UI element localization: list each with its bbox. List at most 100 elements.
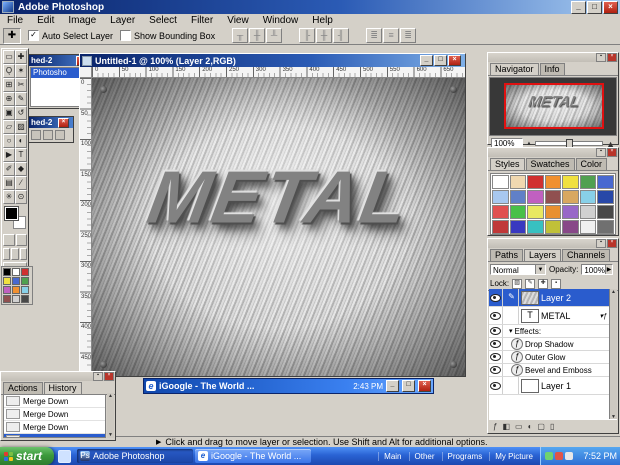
tool-icon[interactable] xyxy=(55,130,65,140)
style-swatch[interactable] xyxy=(562,205,579,219)
mini-swatch[interactable] xyxy=(3,286,11,294)
visibility-eye-icon[interactable] xyxy=(489,289,503,306)
opacity-field[interactable]: 100% ▶ xyxy=(581,264,613,275)
lock-transparency-icon[interactable]: ▨ xyxy=(512,279,522,289)
notes-tool-icon[interactable]: ▤ xyxy=(3,176,15,190)
history-tab-history[interactable]: History xyxy=(44,382,82,394)
navigator-view-box[interactable] xyxy=(504,83,604,129)
app-titlebar[interactable]: Adobe Photoshop _ □ × xyxy=(0,0,620,14)
taskbar-task-adobe-photoshop[interactable]: PsAdobe Photoshop xyxy=(77,449,193,463)
healing-brush-tool-icon[interactable]: ⊕ xyxy=(3,92,15,106)
distribute-top-button[interactable]: ≣ xyxy=(366,28,382,43)
style-swatch[interactable] xyxy=(597,175,614,189)
zoom-tool-icon[interactable]: ⊙ xyxy=(15,190,27,204)
style-swatch[interactable] xyxy=(580,190,597,204)
style-swatch[interactable] xyxy=(597,220,614,234)
mini-swatch[interactable] xyxy=(12,277,20,285)
lasso-tool-icon[interactable]: Ǫ xyxy=(3,64,15,78)
style-swatch[interactable] xyxy=(545,205,562,219)
mini-swatch[interactable] xyxy=(12,286,20,294)
doc-close-button[interactable]: × xyxy=(448,55,461,66)
standard-screen-button[interactable] xyxy=(3,248,10,260)
style-swatch[interactable] xyxy=(510,205,527,219)
brush-tool-icon[interactable]: ✎ xyxy=(15,92,27,106)
layer-row-metal[interactable]: TMETAL▾ƒ xyxy=(489,307,609,325)
scroll-down-icon[interactable]: ▼ xyxy=(107,432,114,438)
layer-set-button[interactable]: ▭ xyxy=(515,422,523,431)
mini-swatch[interactable] xyxy=(3,268,11,276)
style-swatch[interactable] xyxy=(527,220,544,234)
mini-swatch[interactable] xyxy=(21,277,29,285)
menu-view[interactable]: View xyxy=(220,15,256,26)
lock-all-icon[interactable]: ▪ xyxy=(551,279,561,289)
align-left-button[interactable]: ╟ xyxy=(299,28,315,43)
style-swatch[interactable] xyxy=(545,175,562,189)
path-selection-tool-icon[interactable]: ▶ xyxy=(3,148,15,162)
layers-tab-paths[interactable]: Paths xyxy=(490,249,523,261)
visibility-eye-icon[interactable] xyxy=(489,338,503,350)
visibility-eye-icon[interactable] xyxy=(489,377,503,394)
palette-close-button[interactable]: × xyxy=(607,53,617,62)
navigator-tab-info[interactable]: Info xyxy=(540,63,565,75)
close-button[interactable]: × xyxy=(418,380,431,392)
menu-window[interactable]: Window xyxy=(256,15,306,26)
collapsed-window-titlebar[interactable]: hed-2 × xyxy=(29,117,73,128)
layer-row-effects[interactable]: ▾Effects: xyxy=(489,325,609,338)
minimize-button[interactable]: _ xyxy=(571,1,586,14)
layer-thumbnail[interactable] xyxy=(521,379,539,393)
full-screen-menubar-button[interactable] xyxy=(11,248,18,260)
taskbar-task-igoogle-the-world[interactable]: eiGoogle - The World ... xyxy=(195,449,311,463)
mini-swatch[interactable] xyxy=(3,277,11,285)
mini-swatch[interactable] xyxy=(21,286,29,294)
taskbar-toolbar-main[interactable]: Main xyxy=(378,452,406,461)
palette-minimize-button[interactable]: ▪ xyxy=(596,148,606,157)
show-bounding-box-checkbox[interactable]: Show Bounding Box xyxy=(120,30,215,41)
eyedropper-tool-icon[interactable]: ∕ xyxy=(15,176,27,190)
menu-image[interactable]: Image xyxy=(61,15,103,26)
menu-select[interactable]: Select xyxy=(142,15,184,26)
history-item-merge-down[interactable]: Merge Down xyxy=(4,395,105,408)
style-swatch[interactable] xyxy=(562,190,579,204)
style-swatch[interactable] xyxy=(580,205,597,219)
style-swatch[interactable] xyxy=(562,220,579,234)
align-vertical-center-button[interactable]: ╫ xyxy=(249,28,265,43)
type-tool-icon[interactable]: T xyxy=(15,148,27,162)
zoom-out-icon[interactable]: ▲ xyxy=(526,141,532,147)
blend-mode-select[interactable]: Normal ▼ xyxy=(490,264,546,275)
navigator-tab-navigator[interactable]: Navigator xyxy=(490,63,539,75)
menu-filter[interactable]: Filter xyxy=(184,15,220,26)
menu-file[interactable]: File xyxy=(0,15,30,26)
visibility-eye-icon[interactable] xyxy=(489,307,503,324)
standard-mode-button[interactable] xyxy=(3,234,15,246)
rectangular-marquee-tool-icon[interactable]: ▭ xyxy=(3,50,15,64)
style-swatch[interactable] xyxy=(580,220,597,234)
layer-thumbnail[interactable] xyxy=(521,291,539,305)
delete-layer-button[interactable]: ▯ xyxy=(550,422,554,431)
document-window[interactable]: Untitled-1 @ 100% (Layer 2,RGB) _ □ × 05… xyxy=(79,53,466,377)
styles-tab-color[interactable]: Color xyxy=(576,158,608,170)
palette-titlebar[interactable]: ▪ × xyxy=(488,53,618,62)
layers-tab-layers[interactable]: Layers xyxy=(524,249,561,261)
document-titlebar[interactable]: Untitled-1 @ 100% (Layer 2,RGB) _ □ × xyxy=(80,54,465,67)
restore-button[interactable]: □ xyxy=(402,380,415,392)
start-button[interactable]: start xyxy=(0,447,54,465)
layer-row-outer-glow[interactable]: ƒOuter Glow xyxy=(489,351,609,364)
style-swatch[interactable] xyxy=(545,220,562,234)
doc-maximize-button[interactable]: □ xyxy=(434,55,447,66)
style-swatch[interactable] xyxy=(492,190,509,204)
close-button[interactable]: × xyxy=(58,118,69,128)
palette-minimize-button[interactable]: ▪ xyxy=(596,239,606,248)
mini-swatch[interactable] xyxy=(21,268,29,276)
new-layer-button[interactable]: ▢ xyxy=(537,422,545,431)
chevron-down-icon[interactable]: ▾ xyxy=(509,327,513,335)
style-swatch[interactable] xyxy=(597,205,614,219)
lock-position-icon[interactable]: ✚ xyxy=(538,279,548,289)
magic-wand-tool-icon[interactable]: ✶ xyxy=(15,64,27,78)
move-tool-option-icon[interactable]: ✚ xyxy=(3,28,21,44)
layers-tab-channels[interactable]: Channels xyxy=(562,249,610,261)
style-swatch[interactable] xyxy=(562,175,579,189)
style-swatch[interactable] xyxy=(510,190,527,204)
hand-tool-icon[interactable]: ✳ xyxy=(3,190,15,204)
palette-minimize-button[interactable]: ▪ xyxy=(93,372,103,381)
palette-close-button[interactable]: × xyxy=(607,239,617,248)
